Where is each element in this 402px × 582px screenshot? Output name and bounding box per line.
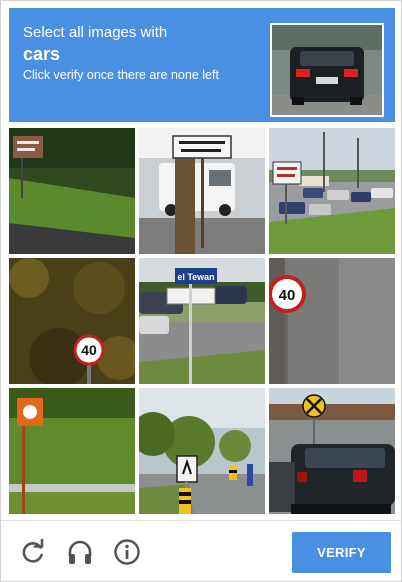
info-icon[interactable]: [112, 537, 142, 567]
svg-text:el Tewan: el Tewan: [177, 272, 214, 282]
instruction-text: Select all images with: [23, 24, 168, 41]
captcha-widget: Select all images with cars Click verify…: [0, 0, 402, 582]
image-tile[interactable]: 40: [269, 258, 395, 384]
hint-text: Click verify once there are none left: [23, 68, 219, 82]
sample-image: [270, 23, 384, 117]
image-tile[interactable]: [139, 388, 265, 514]
svg-text:40: 40: [279, 287, 296, 304]
target-object-text: cars: [23, 44, 61, 64]
image-grid: 40 el Tewan 40: [9, 128, 395, 514]
challenge-header: Select all images with cars Click verify…: [9, 8, 395, 122]
image-tile[interactable]: el Tewan: [139, 258, 265, 384]
image-tile[interactable]: [269, 128, 395, 254]
headphones-icon[interactable]: [65, 537, 95, 567]
reload-icon[interactable]: [18, 537, 48, 567]
image-tile[interactable]: [269, 388, 395, 514]
image-tile[interactable]: [139, 128, 265, 254]
svg-text:40: 40: [81, 342, 97, 358]
verify-button[interactable]: VERIFY: [292, 532, 391, 573]
footer-divider: [1, 520, 401, 521]
image-tile[interactable]: [9, 388, 135, 514]
image-tile[interactable]: [9, 128, 135, 254]
image-tile[interactable]: 40: [9, 258, 135, 384]
